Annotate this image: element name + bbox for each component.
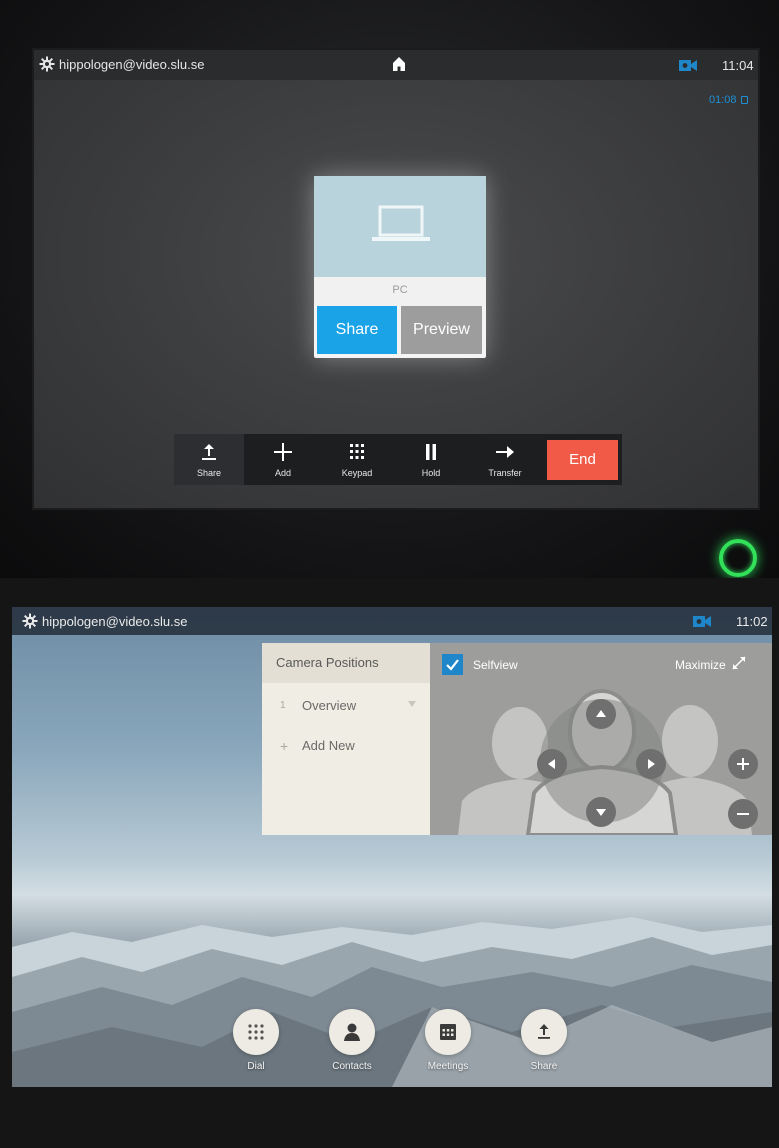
maximize-button[interactable]: Maximize: [675, 656, 746, 672]
share-button[interactable]: Share: [514, 1009, 574, 1072]
toolbar-add-label: Add: [274, 468, 291, 478]
home-screen: hippologen@video.slu.se 11:02 Camera Pos…: [12, 607, 772, 1087]
dial-label: Dial: [247, 1061, 265, 1072]
preview-button[interactable]: Preview: [401, 306, 482, 354]
contacts-button[interactable]: Contacts: [322, 1009, 382, 1072]
pan-left-button[interactable]: [537, 749, 567, 779]
arrow-down-icon: [596, 809, 606, 816]
selfview-area: Selfview Maximize: [430, 643, 772, 835]
zoom-out-button[interactable]: [728, 799, 758, 829]
gear-icon[interactable]: [22, 613, 38, 629]
maximize-label: Maximize: [675, 658, 726, 672]
plus-icon: [274, 443, 292, 461]
upload-icon: [538, 1024, 550, 1039]
contacts-circle[interactable]: [329, 1009, 375, 1055]
share-circle[interactable]: [521, 1009, 567, 1055]
gear-icon[interactable]: [39, 56, 55, 72]
arrow-right-icon: [648, 759, 655, 769]
share-label: Share: [530, 1061, 558, 1072]
clock: 11:04: [722, 58, 754, 73]
position-label: Overview: [302, 698, 357, 713]
source-label: PC: [314, 277, 486, 306]
pan-right-button[interactable]: [636, 749, 666, 779]
status-bar: hippologen@video.slu.se 11:04: [34, 50, 758, 80]
camera-icon[interactable]: [679, 60, 697, 71]
add-new-position-button[interactable]: + Add New: [262, 727, 430, 765]
add-new-plus: +: [280, 738, 289, 754]
camera-icon[interactable]: [693, 616, 711, 627]
camera-positions-title: Camera Positions: [262, 643, 430, 683]
add-new-label: Add New: [302, 738, 355, 753]
lock-icon: [740, 96, 748, 104]
end-call-button[interactable]: End: [547, 440, 618, 480]
meetings-button[interactable]: Meetings: [418, 1009, 478, 1072]
calendar-icon: [440, 1024, 456, 1040]
source-preview: [314, 176, 486, 277]
zoom-in-button[interactable]: [728, 749, 758, 779]
keypad-icon: [248, 1024, 264, 1040]
share-source-card: PC Share Preview: [314, 176, 486, 358]
toolbar-keypad-label: Keypad: [341, 468, 373, 478]
checkbox[interactable]: [442, 654, 463, 675]
clock: 11:02: [736, 614, 768, 629]
check-icon: [446, 659, 459, 671]
share-button[interactable]: Share: [317, 306, 397, 354]
toolbar-hold-button[interactable]: Hold: [396, 434, 466, 485]
minus-icon: [737, 813, 749, 815]
arrow-left-icon: [548, 759, 555, 769]
home-icon[interactable]: [393, 57, 405, 71]
call-timer: 01:08: [709, 94, 748, 106]
pause-icon: [426, 444, 436, 460]
toolbar-share-button[interactable]: Share: [174, 434, 244, 485]
meetings-circle[interactable]: [425, 1009, 471, 1055]
position-number: 1: [280, 700, 286, 711]
toolbar-share-label: Share: [196, 468, 222, 478]
status-bar: hippologen@video.slu.se 11:02: [12, 607, 772, 635]
dial-circle[interactable]: [233, 1009, 279, 1055]
dial-button[interactable]: Dial: [226, 1009, 286, 1072]
toolbar-add-button[interactable]: Add: [248, 434, 318, 485]
camera-positions-list: Camera Positions 1 Overview + Add New: [262, 643, 430, 835]
arrow-up-icon: [596, 710, 606, 717]
toolbar-transfer-label: Transfer: [488, 468, 522, 478]
toolbar-transfer-button[interactable]: Transfer: [470, 434, 540, 485]
camera-position-item[interactable]: 1 Overview: [262, 687, 430, 725]
tilt-down-button[interactable]: [586, 797, 616, 827]
plus-icon: [737, 758, 749, 770]
chevron-down-icon[interactable]: [408, 701, 416, 707]
status-led: [719, 539, 757, 577]
toolbar-keypad-button[interactable]: Keypad: [322, 434, 392, 485]
selfview-label: Selfview: [473, 658, 518, 672]
user-address: hippologen@video.slu.se: [59, 57, 205, 72]
person-icon: [344, 1023, 360, 1041]
in-call-screen: hippologen@video.slu.se 11:04 01:08 PC S…: [34, 50, 758, 508]
tilt-up-button[interactable]: [586, 699, 616, 729]
user-address: hippologen@video.slu.se: [42, 614, 188, 629]
camera-control-panel: Camera Positions 1 Overview + Add New Se…: [262, 643, 772, 835]
toolbar-hold-label: Hold: [421, 468, 441, 478]
meetings-label: Meetings: [427, 1061, 469, 1072]
contacts-label: Contacts: [332, 1061, 372, 1072]
call-toolbar: Share Add Keypad Hold Transfer End: [174, 434, 622, 485]
laptop-icon: [372, 205, 430, 241]
upload-icon: [202, 444, 216, 460]
call-duration: 01:08: [709, 94, 737, 106]
home-dock: Dial Contacts Meetings Share: [12, 987, 772, 1087]
expand-icon: [732, 656, 746, 670]
keypad-icon: [350, 444, 364, 459]
arrow-right-icon: [496, 446, 514, 458]
